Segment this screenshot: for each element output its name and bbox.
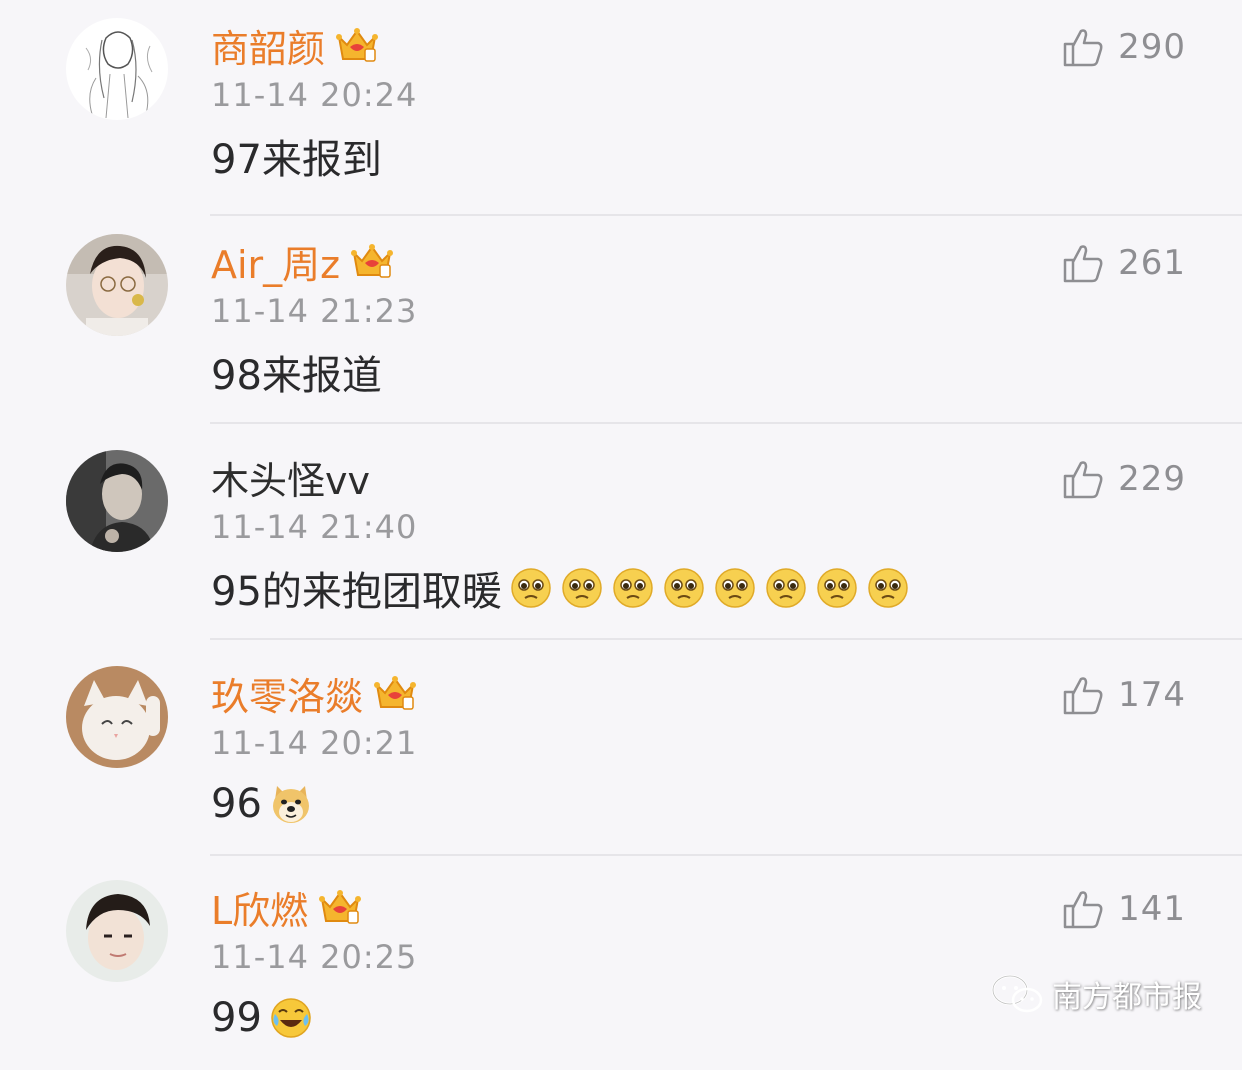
vip-crown-icon xyxy=(336,28,379,62)
pitiful-face-icon xyxy=(715,568,755,608)
like-count: 141 xyxy=(1118,889,1186,929)
doge-icon xyxy=(272,786,309,823)
pitiful-face-icon xyxy=(664,568,704,608)
pitiful-face-icon xyxy=(868,568,908,608)
pitiful-face-icon xyxy=(766,568,806,608)
comment-item: 商韶颜 11-14 20:24 97来报到 290 xyxy=(0,0,1242,216)
thumbs-up-icon xyxy=(1063,245,1103,283)
thumbs-up-icon xyxy=(1063,461,1103,499)
timestamp: 11-14 20:25 xyxy=(211,938,418,976)
comment-item: 木头怪vv 11-14 21:40 95的来抱团取暖 229 xyxy=(0,424,1242,640)
like-count: 261 xyxy=(1118,243,1186,283)
comment-item: 玖零洛燚 11-14 20:21 96 174 xyxy=(0,640,1242,856)
avatar-photo-image xyxy=(66,450,168,552)
watermark-text: 南方都市报 xyxy=(1052,980,1202,1015)
like-count: 290 xyxy=(1118,27,1186,67)
avatar-photo-image xyxy=(66,234,168,336)
like-count: 229 xyxy=(1118,459,1186,499)
avatar-sketch-image xyxy=(66,18,168,120)
avatar-photo-image xyxy=(66,880,168,982)
vip-crown-icon xyxy=(351,244,394,278)
avatar[interactable] xyxy=(66,450,168,552)
vip-crown-icon xyxy=(374,676,417,710)
username[interactable]: Air_周z xyxy=(211,234,340,289)
comment-text: 98来报道 xyxy=(211,353,382,399)
like-count: 174 xyxy=(1118,675,1186,715)
comment-item: L欣燃 11-14 20:25 99 141 xyxy=(0,854,1242,1070)
pitiful-face-icon xyxy=(511,568,551,608)
comment-text: 97来报到 xyxy=(211,137,382,183)
avatar[interactable] xyxy=(66,234,168,336)
like-button[interactable]: 174 xyxy=(1062,670,1186,720)
like-button[interactable]: 141 xyxy=(1062,884,1186,934)
comment-text: 99 xyxy=(211,995,262,1041)
wechat-icon xyxy=(991,974,1043,1013)
like-button[interactable]: 229 xyxy=(1062,454,1186,504)
avatar[interactable] xyxy=(66,880,168,982)
comment-text: 96 xyxy=(211,781,262,827)
username[interactable]: 木头怪vv xyxy=(211,450,370,505)
pitiful-face-icon xyxy=(562,568,602,608)
laugh-cry-icon xyxy=(271,998,311,1038)
timestamp: 11-14 21:23 xyxy=(211,292,418,330)
timestamp: 11-14 20:21 xyxy=(211,724,418,762)
timestamp: 11-14 21:40 xyxy=(211,508,418,546)
thumbs-up-icon xyxy=(1063,677,1103,715)
comment-item: Air_周z 11-14 21:23 98来报道 261 xyxy=(0,208,1242,424)
thumbs-up-icon xyxy=(1063,891,1103,929)
avatar[interactable] xyxy=(66,18,168,120)
avatar[interactable] xyxy=(66,666,168,768)
timestamp: 11-14 20:24 xyxy=(211,76,418,114)
pitiful-face-icon xyxy=(817,568,857,608)
username[interactable]: 商韶颜 xyxy=(211,18,325,73)
username[interactable]: 玖零洛燚 xyxy=(211,666,363,721)
vip-crown-icon xyxy=(319,890,362,924)
like-button[interactable]: 261 xyxy=(1062,238,1186,288)
avatar-cat-image xyxy=(66,666,168,768)
watermark: 南方都市报 xyxy=(990,972,1202,1016)
pitiful-face-icon xyxy=(613,568,653,608)
comment-text: 95的来抱团取暖 xyxy=(211,569,502,615)
username[interactable]: L欣燃 xyxy=(211,880,308,935)
thumbs-up-icon xyxy=(1063,29,1103,67)
like-button[interactable]: 290 xyxy=(1062,22,1186,72)
